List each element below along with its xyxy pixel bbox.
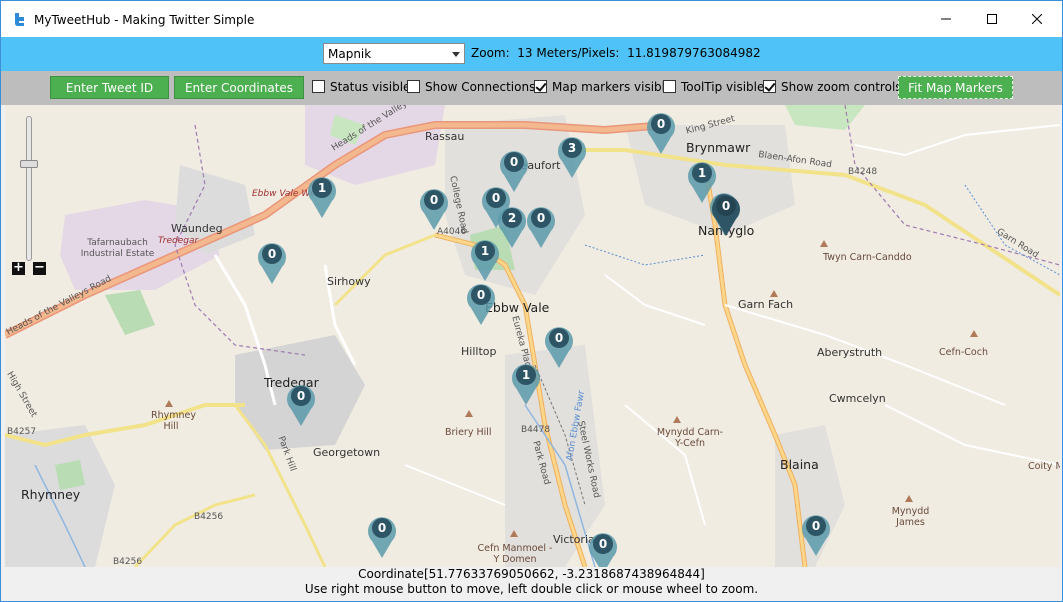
coordinate-readout: Coordinate[51.77633769050662, -3.2318687… [358,567,705,581]
place-label: Coity M [1028,461,1060,472]
tweet-marker[interactable]: 0 [367,513,397,559]
tooltip-visible-checkbox[interactable] [663,80,676,93]
map-base-layer [5,105,1060,567]
title-bar: MyTweetHub - Making Twitter Simple [1,1,1062,37]
map-pin-icon [647,113,675,154]
close-icon [1032,14,1042,24]
status-visible-checkbox[interactable] [312,80,325,93]
map-pin-icon [802,515,830,556]
place-label: Briery Hill [445,427,492,438]
tooltip-visible-label: ToolTip visible [681,80,765,94]
chevron-down-icon [452,52,460,57]
tweet-marker[interactable]: 0 [257,239,287,285]
window-title: MyTweetHub - Making Twitter Simple [34,13,255,27]
show-zoom-controls-checkbox[interactable] [763,80,776,93]
map-pin-icon [308,177,336,218]
zoom-controls: + − [12,116,48,286]
show-connections-checkbox[interactable] [407,80,420,93]
tweet-marker[interactable]: 1 [307,173,337,219]
place-label: Rhymney Hill [151,410,196,432]
zoom-info: Zoom: 13 Meters/Pixels: 11.8198797630849… [471,46,761,60]
place-label: Cwmcelyn [829,392,886,405]
close-button[interactable] [1014,1,1060,37]
place-label: Cefn Manmoel - Y Domen [477,543,553,565]
enter-tweet-id-button[interactable]: Enter Tweet ID [50,76,169,99]
tweet-marker[interactable]: 0 [544,323,574,369]
road-label: B4248 [848,167,878,177]
place-label: Mynydd James [891,506,930,528]
map-view[interactable]: Rassau Beaufort Brynmawr Nantyglo Ebbw V… [5,105,1060,567]
map-pin-icon [471,240,499,281]
map-pin-icon [712,195,740,236]
place-label: Blaina [780,457,819,472]
tweet-marker-selected[interactable]: 0 [711,191,741,237]
zoom-slider-track[interactable] [26,116,32,261]
show-zoom-controls-label: Show zoom controls [781,80,902,94]
minimize-icon [941,18,951,20]
tweet-marker[interactable]: 0 [419,185,449,231]
place-label: Garn Fach [738,298,794,311]
map-pin-icon [287,385,315,426]
map-pin-icon [258,243,286,284]
road-label: B4257 [7,427,37,437]
place-label: Hilltop [461,345,497,358]
tweet-marker[interactable]: 0 [588,529,618,567]
tile-source-value: Mapnik [328,47,372,61]
tweet-marker[interactable]: 0 [526,203,556,249]
place-label: Rhymney [21,487,81,502]
map-pin-icon [420,189,448,230]
road-label: B4478 [521,425,551,435]
tweet-marker[interactable]: 1 [470,236,500,282]
zoom-in-button[interactable]: + [12,261,25,275]
place-label: Rassau [425,130,465,143]
status-bar: Coordinate[51.77633769050662, -3.2318687… [1,567,1062,601]
usage-hint: Use right mouse button to move, left dou… [304,582,759,596]
map-pin-icon [512,364,540,405]
zoom-out-button[interactable]: − [33,261,46,275]
road-label: B4256 [194,512,224,522]
enter-coordinates-button[interactable]: Enter Coordinates [174,76,304,99]
map-markers-visible-checkbox[interactable] [534,80,547,93]
fit-map-markers-button[interactable]: Fit Map Markers [898,76,1013,99]
place-label: Sirhowy [327,275,371,288]
place-label: Tredegar [158,236,199,246]
tweet-marker[interactable]: 1 [511,360,541,406]
show-connections-label: Show Connections [425,80,536,94]
place-label: Mynydd Carn-Y-Cefn [656,427,724,449]
status-visible-label: Status visible [330,80,411,94]
tile-source-select[interactable]: Mapnik [323,43,465,64]
place-label: Waundeg [171,222,223,235]
tweet-marker[interactable]: 0 [466,280,496,326]
place-label: Aberystruth [817,346,883,359]
tweet-marker[interactable]: 0 [286,381,316,427]
map-pin-icon [498,207,526,248]
place-label: Brynmawr [686,140,751,155]
minimize-button[interactable] [923,1,969,37]
place-label: Tafarnaubach Industrial Estate [80,238,155,259]
app-window: MyTweetHub - Making Twitter Simple Mapni… [0,0,1063,602]
map-pin-icon [368,517,396,558]
map-pin-icon [545,327,573,368]
place-label: Georgetown [313,446,381,459]
tweet-marker[interactable]: 3 [557,133,587,179]
tweet-marker[interactable]: 0 [801,511,831,557]
place-label: Cefn-Coch [939,347,988,358]
map-pin-icon [527,207,555,248]
maximize-button[interactable] [969,1,1015,37]
tweet-marker[interactable]: 0 [646,109,676,155]
tweet-marker[interactable]: 2 [497,203,527,249]
app-bird-icon [15,13,24,26]
place-label: Twyn Carn-Canddo [823,252,912,263]
road-label: B4256 [113,557,143,567]
zoom-slider-handle[interactable] [20,160,38,168]
map-markers-visible-label: Map markers visible [552,80,673,94]
map-pin-icon [558,137,586,178]
maximize-icon [987,14,997,24]
map-pin-icon [467,284,495,325]
